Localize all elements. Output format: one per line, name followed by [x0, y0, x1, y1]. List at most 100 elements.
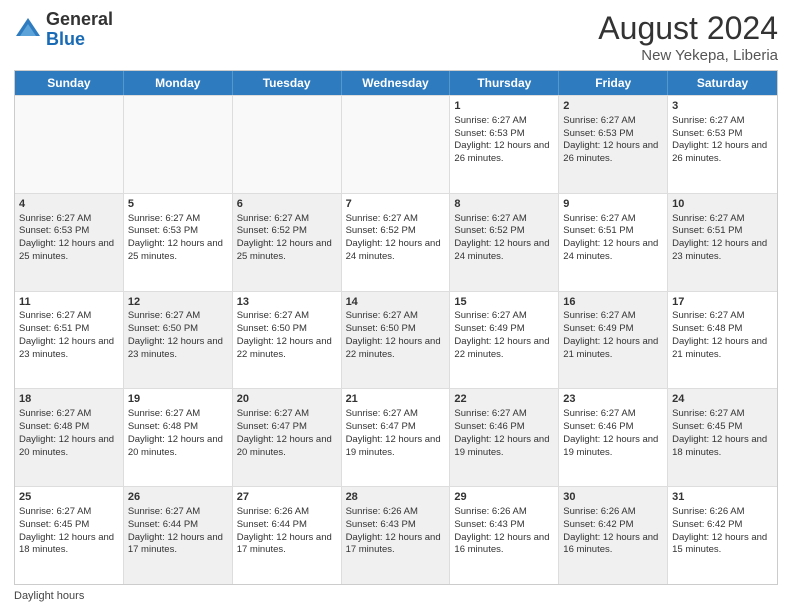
cal-row: 1Sunrise: 6:27 AMSunset: 6:53 PMDaylight… — [15, 95, 777, 193]
sunrise-text: Sunrise: 6:27 AM — [128, 506, 228, 519]
cal-cell: 2Sunrise: 6:27 AMSunset: 6:53 PMDaylight… — [559, 96, 668, 193]
sunrise-text: Sunrise: 6:27 AM — [128, 408, 228, 421]
cal-cell: 20Sunrise: 6:27 AMSunset: 6:47 PMDayligh… — [233, 389, 342, 486]
day-number: 10 — [672, 197, 773, 212]
daylight-text: Daylight: 12 hours and 22 minutes. — [237, 336, 337, 362]
day-number: 1 — [454, 99, 554, 114]
cal-cell: 1Sunrise: 6:27 AMSunset: 6:53 PMDaylight… — [450, 96, 559, 193]
daylight-text: Daylight: 12 hours and 19 minutes. — [563, 434, 663, 460]
logo-blue: Blue — [46, 29, 85, 49]
cal-header-cell: Thursday — [450, 71, 559, 95]
sunset-text: Sunset: 6:50 PM — [128, 323, 228, 336]
day-number: 20 — [237, 392, 337, 407]
sunset-text: Sunset: 6:49 PM — [563, 323, 663, 336]
day-number: 28 — [346, 490, 446, 505]
sunrise-text: Sunrise: 6:26 AM — [454, 506, 554, 519]
daylight-text: Daylight: 12 hours and 26 minutes. — [454, 140, 554, 166]
cal-cell: 14Sunrise: 6:27 AMSunset: 6:50 PMDayligh… — [342, 292, 451, 389]
daylight-text: Daylight: 12 hours and 26 minutes. — [563, 140, 663, 166]
footer: Daylight hours — [14, 590, 778, 602]
cal-cell: 5Sunrise: 6:27 AMSunset: 6:53 PMDaylight… — [124, 194, 233, 291]
daylight-text: Daylight: 12 hours and 16 minutes. — [454, 532, 554, 558]
daylight-text: Daylight: 12 hours and 15 minutes. — [672, 532, 773, 558]
cal-cell: 19Sunrise: 6:27 AMSunset: 6:48 PMDayligh… — [124, 389, 233, 486]
sunset-text: Sunset: 6:47 PM — [346, 421, 446, 434]
sunset-text: Sunset: 6:53 PM — [563, 128, 663, 141]
sunrise-text: Sunrise: 6:26 AM — [563, 506, 663, 519]
day-number: 29 — [454, 490, 554, 505]
day-number: 2 — [563, 99, 663, 114]
daylight-text: Daylight: 12 hours and 16 minutes. — [563, 532, 663, 558]
daylight-text: Daylight: 12 hours and 25 minutes. — [237, 238, 337, 264]
sunrise-text: Sunrise: 6:27 AM — [563, 213, 663, 226]
cal-cell: 23Sunrise: 6:27 AMSunset: 6:46 PMDayligh… — [559, 389, 668, 486]
sunset-text: Sunset: 6:48 PM — [19, 421, 119, 434]
cal-cell: 16Sunrise: 6:27 AMSunset: 6:49 PMDayligh… — [559, 292, 668, 389]
sunrise-text: Sunrise: 6:27 AM — [346, 310, 446, 323]
day-number: 26 — [128, 490, 228, 505]
cal-row: 4Sunrise: 6:27 AMSunset: 6:53 PMDaylight… — [15, 193, 777, 291]
sunset-text: Sunset: 6:49 PM — [454, 323, 554, 336]
daylight-text: Daylight: 12 hours and 24 minutes. — [563, 238, 663, 264]
sunset-text: Sunset: 6:51 PM — [563, 225, 663, 238]
cal-cell: 11Sunrise: 6:27 AMSunset: 6:51 PMDayligh… — [15, 292, 124, 389]
cal-cell: 18Sunrise: 6:27 AMSunset: 6:48 PMDayligh… — [15, 389, 124, 486]
sunset-text: Sunset: 6:51 PM — [19, 323, 119, 336]
sunrise-text: Sunrise: 6:27 AM — [454, 115, 554, 128]
sunrise-text: Sunrise: 6:27 AM — [563, 408, 663, 421]
sunrise-text: Sunrise: 6:27 AM — [563, 115, 663, 128]
day-number: 3 — [672, 99, 773, 114]
day-number: 30 — [563, 490, 663, 505]
sunrise-text: Sunrise: 6:26 AM — [672, 506, 773, 519]
daylight-text: Daylight: 12 hours and 17 minutes. — [237, 532, 337, 558]
cal-cell: 27Sunrise: 6:26 AMSunset: 6:44 PMDayligh… — [233, 487, 342, 584]
cal-cell: 10Sunrise: 6:27 AMSunset: 6:51 PMDayligh… — [668, 194, 777, 291]
sunset-text: Sunset: 6:43 PM — [346, 519, 446, 532]
daylight-text: Daylight: 12 hours and 21 minutes. — [672, 336, 773, 362]
day-number: 23 — [563, 392, 663, 407]
cal-cell — [342, 96, 451, 193]
cal-cell: 17Sunrise: 6:27 AMSunset: 6:48 PMDayligh… — [668, 292, 777, 389]
sunset-text: Sunset: 6:52 PM — [454, 225, 554, 238]
page: General Blue August 2024 New Yekepa, Lib… — [0, 0, 792, 612]
cal-cell: 25Sunrise: 6:27 AMSunset: 6:45 PMDayligh… — [15, 487, 124, 584]
daylight-text: Daylight: 12 hours and 19 minutes. — [346, 434, 446, 460]
daylight-text: Daylight: 12 hours and 19 minutes. — [454, 434, 554, 460]
cal-header-cell: Friday — [559, 71, 668, 95]
sunset-text: Sunset: 6:43 PM — [454, 519, 554, 532]
cal-cell: 12Sunrise: 6:27 AMSunset: 6:50 PMDayligh… — [124, 292, 233, 389]
day-number: 27 — [237, 490, 337, 505]
day-number: 16 — [563, 295, 663, 310]
location: New Yekepa, Liberia — [598, 47, 778, 64]
logo: General Blue — [14, 10, 113, 50]
sunrise-text: Sunrise: 6:27 AM — [672, 408, 773, 421]
cal-header-cell: Wednesday — [342, 71, 451, 95]
cal-cell: 29Sunrise: 6:26 AMSunset: 6:43 PMDayligh… — [450, 487, 559, 584]
day-number: 17 — [672, 295, 773, 310]
day-number: 18 — [19, 392, 119, 407]
sunset-text: Sunset: 6:45 PM — [672, 421, 773, 434]
sunset-text: Sunset: 6:48 PM — [672, 323, 773, 336]
sunset-text: Sunset: 6:47 PM — [237, 421, 337, 434]
sunrise-text: Sunrise: 6:27 AM — [672, 310, 773, 323]
sunrise-text: Sunrise: 6:27 AM — [237, 213, 337, 226]
day-number: 24 — [672, 392, 773, 407]
cal-header-cell: Sunday — [15, 71, 124, 95]
cal-cell: 13Sunrise: 6:27 AMSunset: 6:50 PMDayligh… — [233, 292, 342, 389]
calendar-header: SundayMondayTuesdayWednesdayThursdayFrid… — [15, 71, 777, 95]
cal-cell: 6Sunrise: 6:27 AMSunset: 6:52 PMDaylight… — [233, 194, 342, 291]
sunset-text: Sunset: 6:53 PM — [672, 128, 773, 141]
daylight-text: Daylight: 12 hours and 26 minutes. — [672, 140, 773, 166]
daylight-text: Daylight: 12 hours and 18 minutes. — [19, 532, 119, 558]
day-number: 8 — [454, 197, 554, 212]
daylight-text: Daylight: 12 hours and 17 minutes. — [346, 532, 446, 558]
cal-cell: 28Sunrise: 6:26 AMSunset: 6:43 PMDayligh… — [342, 487, 451, 584]
day-number: 19 — [128, 392, 228, 407]
sunrise-text: Sunrise: 6:27 AM — [237, 408, 337, 421]
day-number: 7 — [346, 197, 446, 212]
sunset-text: Sunset: 6:46 PM — [454, 421, 554, 434]
daylight-text: Daylight: 12 hours and 20 minutes. — [237, 434, 337, 460]
day-number: 5 — [128, 197, 228, 212]
month-year: August 2024 — [598, 10, 778, 47]
sunrise-text: Sunrise: 6:27 AM — [128, 310, 228, 323]
